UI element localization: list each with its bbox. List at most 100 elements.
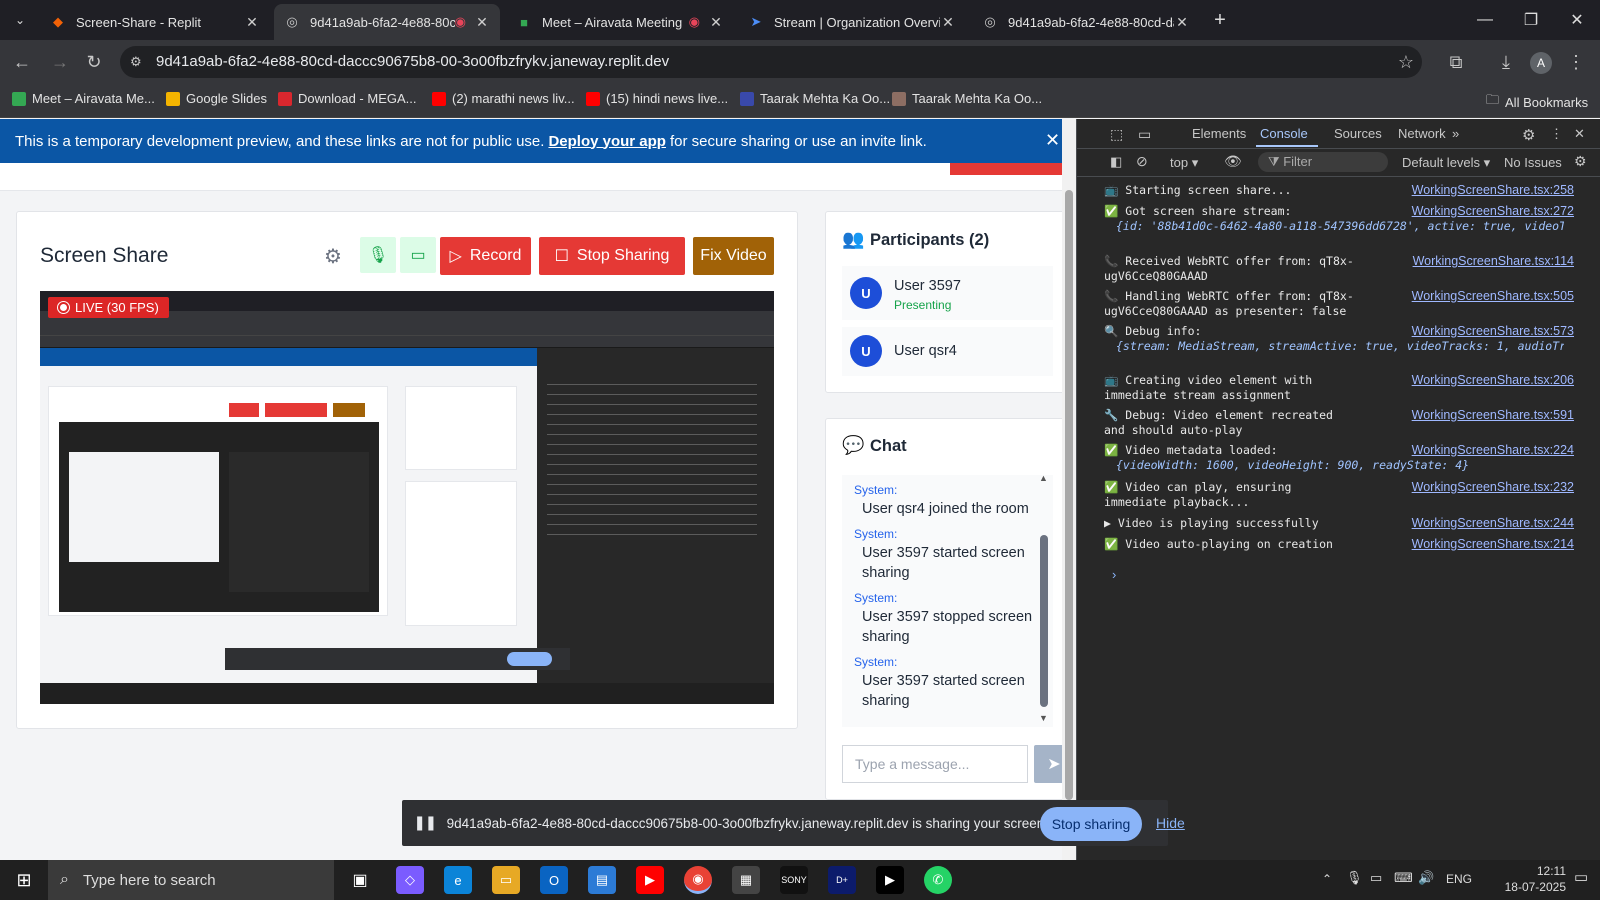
fix-video-button[interactable]: Fix Video [693, 237, 774, 275]
settings-gear-icon[interactable]: ⚙ [324, 244, 342, 269]
console-log-entry[interactable]: 🔍 Debug info: {stream: MediaStream, strea… [1104, 324, 1574, 354]
bookmark-tmkoc-2[interactable]: Taarak Mehta Ka Oo... [892, 91, 1042, 106]
devtools-tab-sources[interactable]: Sources [1334, 126, 1382, 141]
console-log-entry[interactable]: ✅ Video can play, ensuring immediate pla… [1104, 480, 1574, 510]
log-source-link[interactable]: WorkingScreenShare.tsx:224 [1412, 443, 1574, 458]
restore-icon[interactable]: ❐ [1508, 0, 1554, 40]
console-log-entry[interactable]: 🔧 Debug: Video element recreated and sho… [1104, 408, 1574, 438]
site-info-icon[interactable]: ⚙ [130, 54, 142, 70]
tab-preview-active[interactable]: ◎ 9d41a9ab-6fa2-4e88-80cd ◉ ✕ [274, 4, 500, 40]
menu-kebab-icon[interactable]: ⋮ [1564, 50, 1588, 74]
log-source-link[interactable]: WorkingScreenShare.tsx:244 [1412, 516, 1574, 531]
scroll-up-icon[interactable]: ▲ [1039, 475, 1048, 483]
log-source-link[interactable]: WorkingScreenShare.tsx:214 [1412, 537, 1574, 552]
microphone-button[interactable]: 🎙 [360, 237, 396, 273]
bookmark-marathi[interactable]: (2) marathi news liv... [432, 91, 575, 106]
close-icon[interactable]: ✕ [1174, 14, 1190, 31]
forward-icon[interactable]: → [48, 50, 72, 74]
youtube-icon[interactable]: ▶ [636, 866, 664, 894]
hide-sharing-bar-link[interactable]: Hide [1156, 815, 1185, 831]
url-text[interactable]: 9d41a9ab-6fa2-4e88-80cd-daccc90675b8-00-… [156, 53, 669, 70]
microphone-tray-icon[interactable]: 🎙 [1346, 870, 1363, 886]
console-settings-icon[interactable]: ⚙ [1574, 153, 1587, 170]
window-close-icon[interactable]: ✕ [1554, 0, 1600, 40]
network-icon[interactable]: ⌨ [1394, 870, 1413, 886]
console-log-entry[interactable]: ▶ Video is playing successfully WorkingSc… [1104, 516, 1574, 531]
edge-icon[interactable]: e [444, 866, 472, 894]
notifications-icon[interactable]: ▭ [1574, 868, 1588, 886]
console-prompt-icon[interactable]: › [1112, 567, 1116, 582]
bookmark-slides[interactable]: Google Slides [166, 91, 267, 106]
devtools-close-icon[interactable]: ✕ [1574, 126, 1585, 142]
log-object-preview[interactable]: {id: '88b41d0c-6462-4a80-a118-547396dd67… [1104, 219, 1564, 234]
bookmark-mega[interactable]: Download - MEGA... [278, 91, 417, 106]
store-icon[interactable]: ▦ [732, 866, 760, 894]
file-explorer-icon[interactable]: ▭ [492, 866, 520, 894]
volume-icon[interactable]: 🔊 [1418, 870, 1434, 886]
scroll-down-icon[interactable]: ▼ [1039, 713, 1048, 723]
new-tab-plus-icon[interactable]: + [1208, 8, 1232, 32]
sidebar-toggle-icon[interactable]: ◧ [1110, 154, 1122, 170]
devtools-menu-icon[interactable]: ⋮ [1550, 126, 1563, 142]
bookmark-hindi[interactable]: (15) hindi news live... [586, 91, 728, 106]
more-tabs-icon[interactable]: » [1452, 126, 1459, 141]
outlook-icon[interactable]: O [540, 866, 568, 894]
clear-console-icon[interactable]: ⊘ [1136, 153, 1148, 170]
camera-tray-icon[interactable]: ▭ [1370, 870, 1382, 886]
tab-replit[interactable]: ◆ Screen-Share - Replit ✕ [40, 4, 270, 40]
close-icon[interactable]: ✕ [244, 14, 260, 31]
hotstar-icon[interactable]: D+ [828, 866, 856, 894]
log-source-link[interactable]: WorkingScreenShare.tsx:206 [1412, 373, 1574, 388]
clock-date[interactable]: 18-07-2025 [1492, 880, 1566, 894]
close-icon[interactable]: ✕ [940, 14, 956, 31]
clock-time[interactable]: 12:11 [1492, 864, 1566, 878]
bookmark-meet[interactable]: Meet – Airavata Me... [12, 91, 155, 106]
log-source-link[interactable]: WorkingScreenShare.tsx:573 [1412, 324, 1574, 339]
back-icon[interactable]: ← [10, 50, 34, 74]
console-log-entry[interactable]: 📞 Handling WebRTC offer from: qT8x-ugV6C… [1104, 289, 1574, 319]
bookmark-star-icon[interactable]: ☆ [1394, 50, 1418, 74]
bookmark-tmkoc-1[interactable]: Taarak Mehta Ka Oo... [740, 91, 890, 106]
chat-scrollbar-thumb[interactable] [1040, 535, 1048, 707]
language-indicator[interactable]: ENG [1446, 872, 1472, 886]
live-expression-eye-icon[interactable]: 👁 [1224, 153, 1242, 170]
devtools-tab-console[interactable]: Console [1260, 126, 1308, 141]
stop-sharing-button[interactable]: ☐ Stop Sharing [539, 237, 685, 275]
console-log-entry[interactable]: ✅ Video auto-playing on creation WorkingS… [1104, 537, 1574, 552]
chrome-icon[interactable]: ◉ [684, 866, 712, 894]
issues-count[interactable]: No Issues [1504, 155, 1562, 170]
console-log-entry[interactable]: ✅ Video metadata loaded: {videoWidth: 160… [1104, 443, 1574, 473]
chat-message-input[interactable]: Type a message... [842, 745, 1028, 783]
log-source-link[interactable]: WorkingScreenShare.tsx:114 [1413, 254, 1574, 269]
inspect-element-icon[interactable]: ⬚ [1110, 126, 1123, 143]
media-player-icon[interactable]: ▶ [876, 866, 904, 894]
log-object-preview[interactable]: {stream: MediaStream, streamActive: true… [1104, 339, 1564, 354]
log-source-link[interactable]: WorkingScreenShare.tsx:272 [1412, 204, 1574, 219]
log-levels-select[interactable]: Default levels ▾ [1402, 155, 1490, 171]
copilot-icon[interactable]: ◇ [396, 866, 424, 894]
deploy-link[interactable]: Deploy your app [548, 133, 666, 150]
record-button[interactable]: ▷ Record [440, 237, 531, 275]
tray-chevron-icon[interactable]: ⌃ [1322, 872, 1332, 886]
close-icon[interactable]: ✕ [474, 14, 490, 31]
log-source-link[interactable]: WorkingScreenShare.tsx:258 [1412, 183, 1574, 198]
banner-close-icon[interactable]: ✕ [1045, 130, 1060, 151]
all-bookmarks[interactable]: 🗀 All Bookmarks [1486, 91, 1588, 113]
devtools-tab-elements[interactable]: Elements [1192, 126, 1246, 141]
context-select[interactable]: top ▾ [1170, 155, 1198, 171]
header-button-partial[interactable] [950, 163, 1066, 175]
console-log-entry[interactable]: 📺 Creating video element with immediate … [1104, 373, 1574, 403]
sonyliv-icon[interactable]: SONY [780, 866, 808, 894]
download-icon[interactable]: ⤓ [1494, 50, 1518, 74]
tab-preview-2[interactable]: ◎ 9d41a9ab-6fa2-4e88-80cd-dac ✕ [972, 4, 1200, 40]
extensions-icon[interactable]: ⧉ [1444, 50, 1468, 74]
console-filter-input[interactable]: ⧩ Filter [1258, 152, 1388, 172]
log-source-link[interactable]: WorkingScreenShare.tsx:591 [1412, 408, 1574, 423]
tab-stream[interactable]: ➤ Stream | Organization Overview ✕ [738, 4, 966, 40]
minimize-icon[interactable]: — [1462, 0, 1508, 40]
page-scrollbar-thumb[interactable] [1065, 190, 1073, 800]
whatsapp-icon[interactable]: ✆ [924, 866, 952, 894]
close-icon[interactable]: ✕ [708, 14, 724, 31]
reload-icon[interactable]: ↻ [82, 50, 106, 74]
tab-search-icon[interactable]: ⌄ [8, 8, 32, 32]
